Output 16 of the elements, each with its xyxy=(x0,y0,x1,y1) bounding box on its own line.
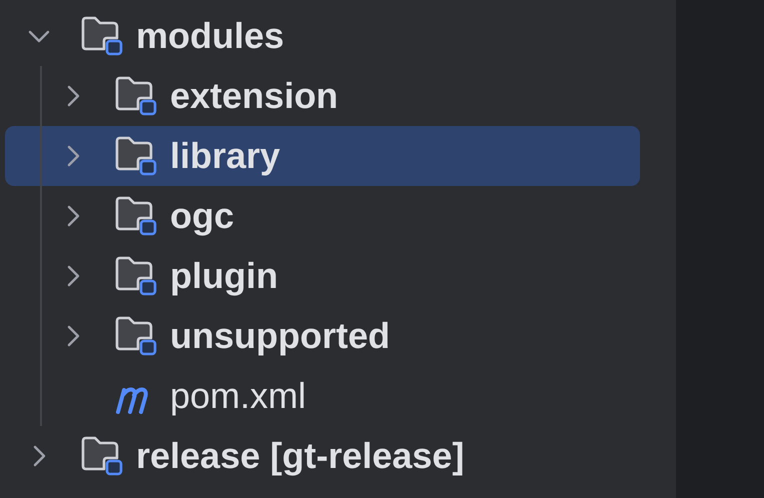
module-folder-icon xyxy=(114,316,158,356)
folder-name[interactable]: release [gt-release] xyxy=(136,434,464,478)
folder-name[interactable]: plugin xyxy=(170,254,278,298)
module-folder-icon xyxy=(114,256,158,296)
folder-name[interactable]: ogc xyxy=(170,194,234,238)
module-folder-icon xyxy=(114,76,158,116)
module-folder-icon xyxy=(114,196,158,236)
selected-row[interactable]: library xyxy=(5,126,640,186)
folder-name[interactable]: extension xyxy=(170,74,338,118)
folder-name[interactable]: unsupported xyxy=(170,314,390,358)
module-folder-icon xyxy=(80,16,124,56)
module-folder-icon xyxy=(114,136,158,176)
folder-name[interactable]: modules xyxy=(136,14,284,58)
folder-name[interactable]: library xyxy=(170,134,280,178)
module-folder-icon xyxy=(80,436,124,476)
file-name[interactable]: pom.xml xyxy=(170,374,306,418)
